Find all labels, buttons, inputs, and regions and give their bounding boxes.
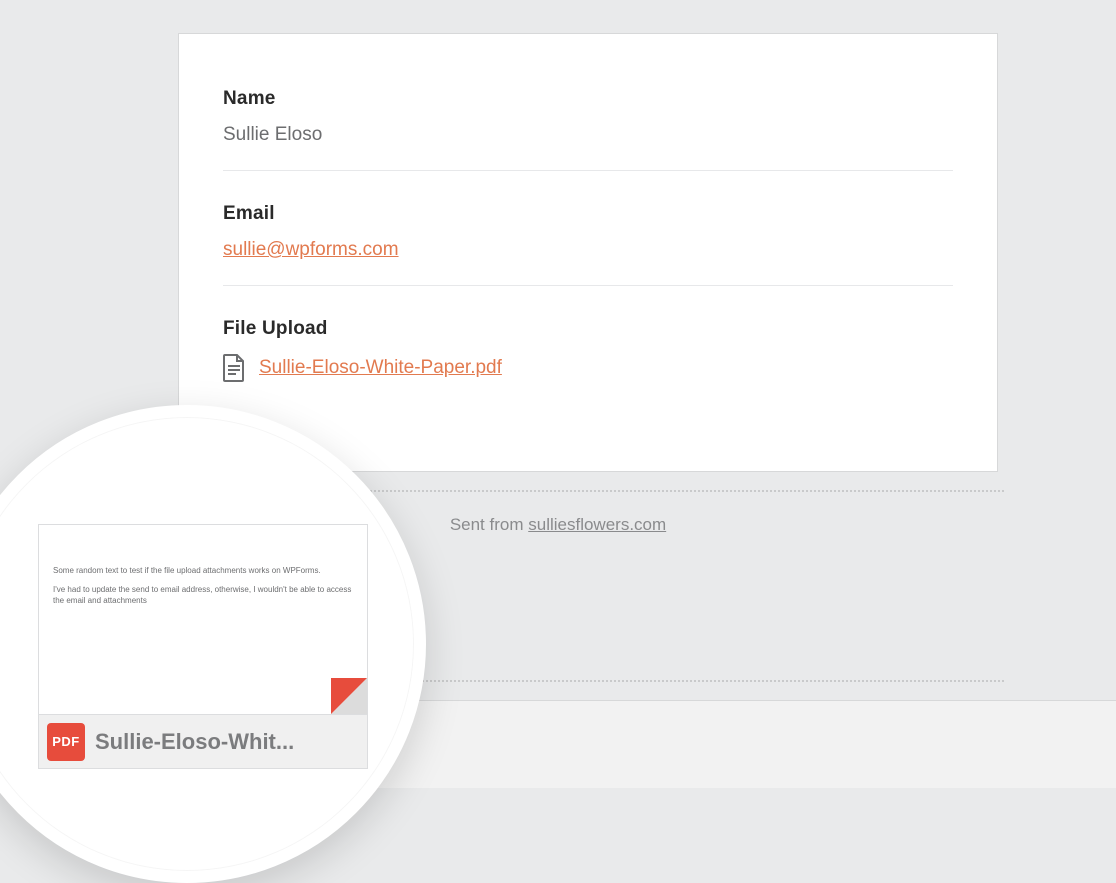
email-label: Email (223, 203, 953, 225)
magnifier-lens: Some random text to test if the file upl… (0, 405, 426, 883)
divider (223, 170, 953, 171)
sent-from-link[interactable]: sulliesflowers.com (528, 515, 666, 534)
name-value: Sullie Eloso (223, 124, 953, 146)
name-label: Name (223, 88, 953, 110)
file-icon (223, 354, 245, 382)
file-upload-row: Sullie-Eloso-White-Paper.pdf (223, 354, 953, 382)
page-fold-icon (331, 678, 367, 714)
attachment-name-bar: PDF Sullie-Eloso-Whit... (39, 714, 367, 768)
form-entry-card: Name Sullie Eloso Email sullie@wpforms.c… (178, 33, 998, 472)
email-link[interactable]: sullie@wpforms.com (223, 239, 399, 261)
attachment-tile[interactable]: Some random text to test if the file upl… (38, 524, 368, 769)
preview-text-line: Some random text to test if the file upl… (53, 565, 353, 576)
pdf-badge-icon: PDF (47, 723, 85, 761)
divider (223, 285, 953, 286)
attachment-preview: Some random text to test if the file upl… (39, 525, 367, 717)
sent-from-prefix: Sent from (450, 515, 528, 534)
preview-text-line: I've had to update the send to email add… (53, 584, 353, 606)
file-upload-link[interactable]: Sullie-Eloso-White-Paper.pdf (259, 357, 502, 379)
file-upload-label: File Upload (223, 318, 953, 340)
attachment-filename: Sullie-Eloso-Whit... (95, 729, 367, 755)
